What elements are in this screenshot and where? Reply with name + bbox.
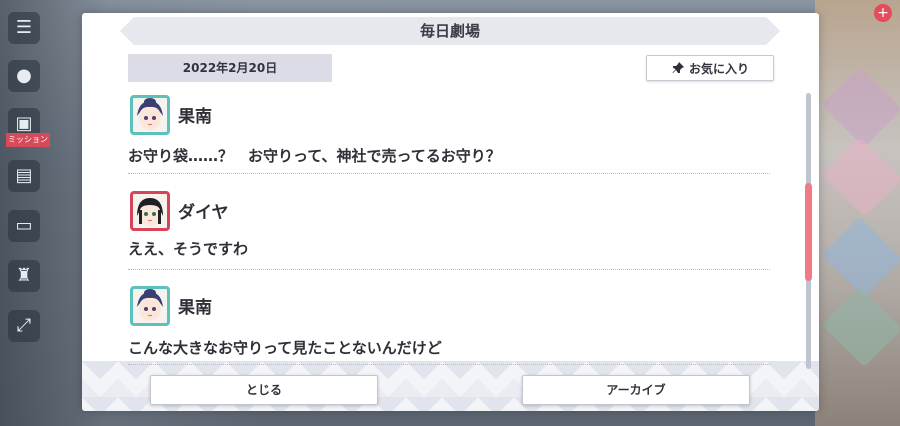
favorite-label: お気に入り: [688, 61, 749, 76]
background-right-panel: [815, 0, 900, 426]
date-label: 2022年2月20日: [128, 54, 332, 82]
close-button[interactable]: とじる: [150, 375, 378, 405]
daily-theater-dialog: 毎日劇場 2022年2月20日 お気に入り 果南 お守り袋……？ お守りって、神…: [82, 13, 819, 411]
speaker-name: ダイヤ: [178, 203, 229, 223]
dialogue-text: ええ、そうですわ: [128, 240, 249, 258]
present-icon: ▤: [8, 160, 40, 192]
screen-icon: ▭: [8, 210, 40, 242]
dialog-title: 毎日劇場: [419, 22, 480, 40]
expand-icon: ⤢: [8, 310, 40, 342]
kanan-avatar-icon: [130, 286, 170, 326]
dialogue-text: お守り袋……？ お守りって、神社で売ってるお守り？: [128, 147, 501, 165]
favorite-button[interactable]: お気に入り: [646, 55, 774, 81]
add-icon: +: [874, 4, 892, 22]
side-badge: ミッション: [6, 133, 50, 147]
speaker-name: 果南: [178, 107, 212, 127]
entry-divider: [128, 269, 770, 270]
chat-icon: ●: [8, 60, 40, 92]
dia-avatar-icon: [130, 191, 170, 231]
entry-divider: [128, 173, 770, 174]
title-bar: 毎日劇場: [120, 17, 780, 45]
kanan-avatar-icon: [130, 95, 170, 135]
menu-icon: ☰: [8, 12, 40, 44]
entry-divider: [128, 364, 770, 365]
pin-icon: [671, 61, 685, 75]
scrollbar-thumb[interactable]: [805, 183, 812, 281]
archive-button[interactable]: アーカイブ: [522, 375, 750, 405]
dialogue-text: こんな大きなお守りって見たことないんだけど: [128, 339, 442, 357]
trophy-icon: ♜: [8, 260, 40, 292]
speaker-name: 果南: [178, 298, 212, 318]
